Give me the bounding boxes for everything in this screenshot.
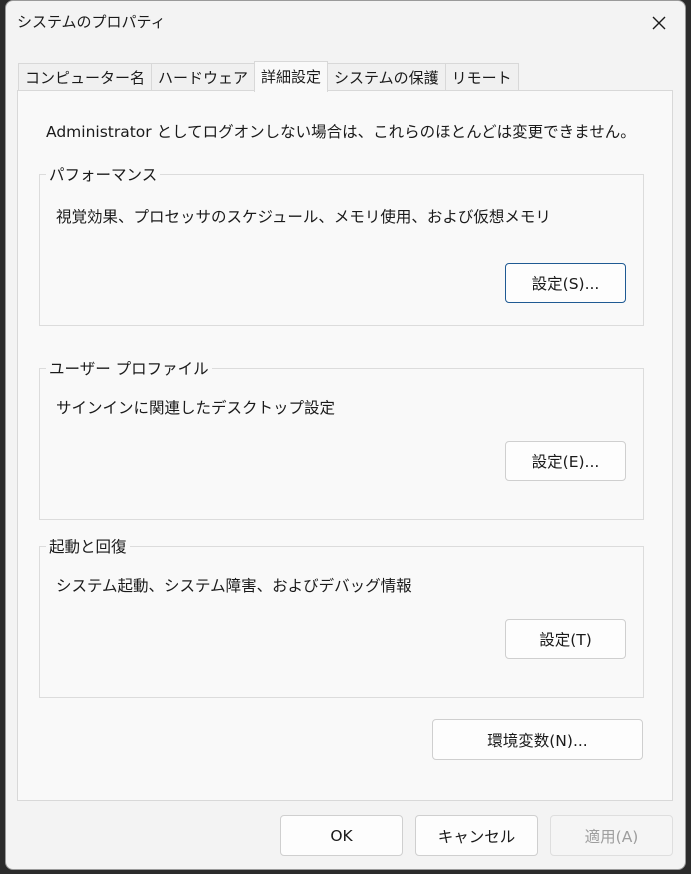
- close-icon: [652, 16, 666, 30]
- close-button[interactable]: [633, 1, 685, 45]
- startup-recovery-group: 起動と回復 システム起動、システム障害、およびデバッグ情報 設定(T): [39, 535, 644, 698]
- cancel-button[interactable]: キャンセル: [415, 815, 538, 856]
- user-profile-settings-button[interactable]: 設定(E)...: [505, 441, 626, 481]
- tab-computer-name[interactable]: コンピューター名: [18, 63, 153, 91]
- performance-group: パフォーマンス 視覚効果、プロセッサのスケジュール、メモリ使用、および仮想メモリ…: [39, 163, 644, 326]
- tab-remote[interactable]: リモート: [444, 63, 519, 91]
- title-bar[interactable]: システムのプロパティ: [6, 1, 685, 45]
- performance-description: 視覚効果、プロセッサのスケジュール、メモリ使用、および仮想メモリ: [56, 208, 551, 226]
- advanced-tab-panel: Administrator としてログオンしない場合は、これらのほとんどは変更で…: [17, 90, 673, 801]
- user-profile-description: サインインに関連したデスクトップ設定: [56, 399, 336, 417]
- ok-button[interactable]: OK: [280, 815, 403, 856]
- tab-hardware[interactable]: ハードウェア: [151, 63, 256, 91]
- environment-variables-button[interactable]: 環境変数(N)...: [432, 719, 643, 760]
- tab-advanced[interactable]: 詳細設定: [254, 61, 329, 92]
- startup-recovery-settings-button[interactable]: 設定(T): [505, 619, 626, 659]
- admin-note: Administrator としてログオンしない場合は、これらのほとんどは変更で…: [46, 123, 636, 141]
- user-profile-group-label: ユーザー プロファイル: [46, 357, 212, 379]
- tab-system-protection[interactable]: システムの保護: [327, 63, 446, 91]
- performance-settings-button[interactable]: 設定(S)...: [505, 263, 626, 303]
- system-properties-window: システムのプロパティ コンピューター名 ハードウェア 詳細設定 システムの保護 …: [5, 0, 686, 870]
- window-title: システムのプロパティ: [17, 13, 166, 31]
- user-profile-group: ユーザー プロファイル サインインに関連したデスクトップ設定 設定(E)...: [39, 357, 644, 520]
- tab-strip: コンピューター名 ハードウェア 詳細設定 システムの保護 リモート: [18, 61, 519, 92]
- startup-recovery-description: システム起動、システム障害、およびデバッグ情報: [56, 577, 412, 595]
- apply-button: 適用(A): [550, 815, 673, 856]
- performance-group-label: パフォーマンス: [46, 163, 161, 185]
- startup-recovery-group-label: 起動と回復: [46, 535, 130, 557]
